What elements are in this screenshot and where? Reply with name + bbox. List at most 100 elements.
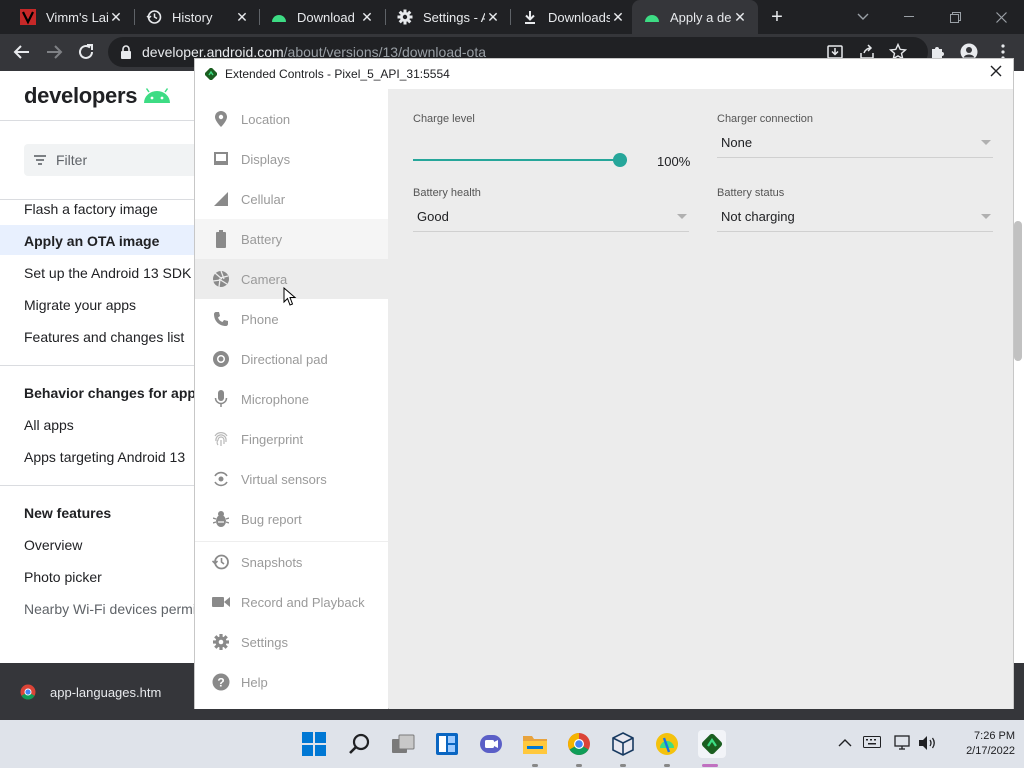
android-icon [644,9,660,25]
nav-link[interactable]: Set up the Android 13 SDK [24,265,191,281]
charge-level-slider-track[interactable] [413,159,627,161]
chevron-down-icon[interactable] [981,140,991,145]
section-heading[interactable]: New features [24,505,111,521]
chevron-up-icon[interactable] [836,735,854,753]
filter-icon [34,155,46,165]
forward-button[interactable] [42,40,66,64]
phone-icon [211,309,231,329]
nav-link[interactable]: Nearby Wi-Fi devices permi [24,601,194,617]
windows-logo-icon [302,732,326,756]
network-monitor-icon[interactable] [894,735,912,753]
microphone-icon [211,389,231,409]
vimm-icon [20,9,36,25]
tab-apply-ota[interactable]: Apply a de ✕ [632,0,758,34]
sidebar-item-record-playback[interactable]: Record and Playback [195,582,388,622]
sidebar-item-snapshots[interactable]: Snapshots [195,542,388,582]
emulator-icon [205,68,217,80]
sidebar-item-cellular[interactable]: Cellular [195,179,388,219]
nav-link[interactable]: Flash a factory image [24,201,158,217]
window-close-button[interactable] [978,0,1024,34]
sidebar-item-directional-pad[interactable]: Directional pad [195,339,388,379]
filter-input[interactable]: Filter [24,144,194,176]
chat-icon [480,735,502,753]
sidebar-item-fingerprint[interactable]: Fingerprint [195,419,388,459]
task-view-button[interactable] [390,731,416,757]
sidebar-item-displays[interactable]: Displays [195,139,388,179]
sidebar-item-microphone[interactable]: Microphone [195,379,388,419]
tab-downloads[interactable]: Downloads ✕ [510,0,636,34]
file-explorer-button[interactable] [522,731,548,757]
window-title-bar[interactable]: Extended Controls - Pixel_5_API_31:5554 [195,59,1013,89]
emulator-button[interactable] [698,730,726,758]
sidebar-item-bug-report[interactable]: Bug report [195,499,388,539]
section-heading[interactable]: Behavior changes for apps [24,385,204,401]
tab-title: Vimm's Lai [46,9,108,25]
reload-button[interactable] [74,40,98,64]
charger-connection-select[interactable]: None [721,135,752,150]
bug-icon [211,509,231,529]
keyboard-icon[interactable] [863,735,881,753]
restore-button[interactable] [932,0,978,34]
search-icon [349,733,370,754]
close-icon[interactable]: ✕ [108,9,124,25]
speaker-icon[interactable] [918,735,936,753]
close-icon[interactable]: ✕ [359,9,375,25]
sidebar-item-virtual-sensors[interactable]: Virtual sensors [195,459,388,499]
nav-link[interactable]: Features and changes list [24,329,184,345]
tab-title: Settings - A [423,9,485,25]
close-icon [990,65,1002,77]
developers-logo[interactable]: developers [24,83,171,109]
lock-icon [121,45,131,59]
minimize-button[interactable] [886,0,932,34]
search-button[interactable] [346,731,372,757]
tab-history[interactable]: History ✕ [134,0,260,34]
chevron-down-icon[interactable] [981,214,991,219]
download-item[interactable]: app-languages.htm [20,684,161,700]
battery-panel [389,89,1013,709]
system-clock[interactable]: 7:26 PM 2/17/2022 [945,729,1015,759]
close-button[interactable] [987,64,1005,82]
page-scrollbar[interactable] [1014,221,1022,361]
nav-link[interactable]: Photo picker [24,569,102,585]
android-studio-button[interactable] [654,731,680,757]
virtual-sensors-icon [211,469,231,489]
new-tab-button[interactable]: + [766,6,788,28]
nav-link-active[interactable]: Apply an OTA image [24,233,159,249]
extended-controls-sidebar: Location Displays Cellular Battery Camer… [195,89,388,709]
chevron-down-icon[interactable] [677,214,687,219]
sidebar-item-help[interactable]: ? Help [195,662,388,702]
close-icon[interactable]: ✕ [485,9,501,25]
close-icon[interactable]: ✕ [610,9,626,25]
widgets-button[interactable] [434,731,460,757]
back-button[interactable] [10,40,34,64]
sidebar-item-settings[interactable]: Settings [195,622,388,662]
battery-health-select[interactable]: Good [417,209,449,224]
chrome-icon [568,733,590,755]
chrome-button[interactable] [566,731,592,757]
teams-chat-button[interactable] [478,731,504,757]
start-button[interactable] [301,731,327,757]
tab-vimm[interactable]: Vimm's Lai ✕ [8,0,134,34]
battery-icon [211,229,231,249]
sidebar-item-battery[interactable]: Battery [195,219,388,259]
clock-date: 2/17/2022 [966,745,1015,757]
nav-link[interactable]: Apps targeting Android 13 [24,449,185,465]
charge-level-slider-thumb[interactable] [613,153,627,167]
close-icon[interactable]: ✕ [732,9,748,25]
nav-link[interactable]: All apps [24,417,74,433]
nav-link[interactable]: Overview [24,537,82,553]
tab-settings[interactable]: Settings - A ✕ [385,0,511,34]
battery-status-select[interactable]: Not charging [721,209,795,224]
task-view-icon [392,734,415,753]
battery-status-label: Battery status [717,187,785,199]
chevron-down-icon [857,13,869,20]
close-icon[interactable]: ✕ [234,9,250,25]
tab-search-button[interactable] [840,0,886,34]
virtualbox-button[interactable] [610,731,636,757]
gear-icon [211,632,231,652]
tab-title: History [172,9,213,25]
sidebar-item-location[interactable]: Location [195,99,388,139]
tab-download[interactable]: Download ✕ [259,0,385,34]
tab-title: Downloads [548,9,610,25]
nav-link[interactable]: Migrate your apps [24,297,136,313]
